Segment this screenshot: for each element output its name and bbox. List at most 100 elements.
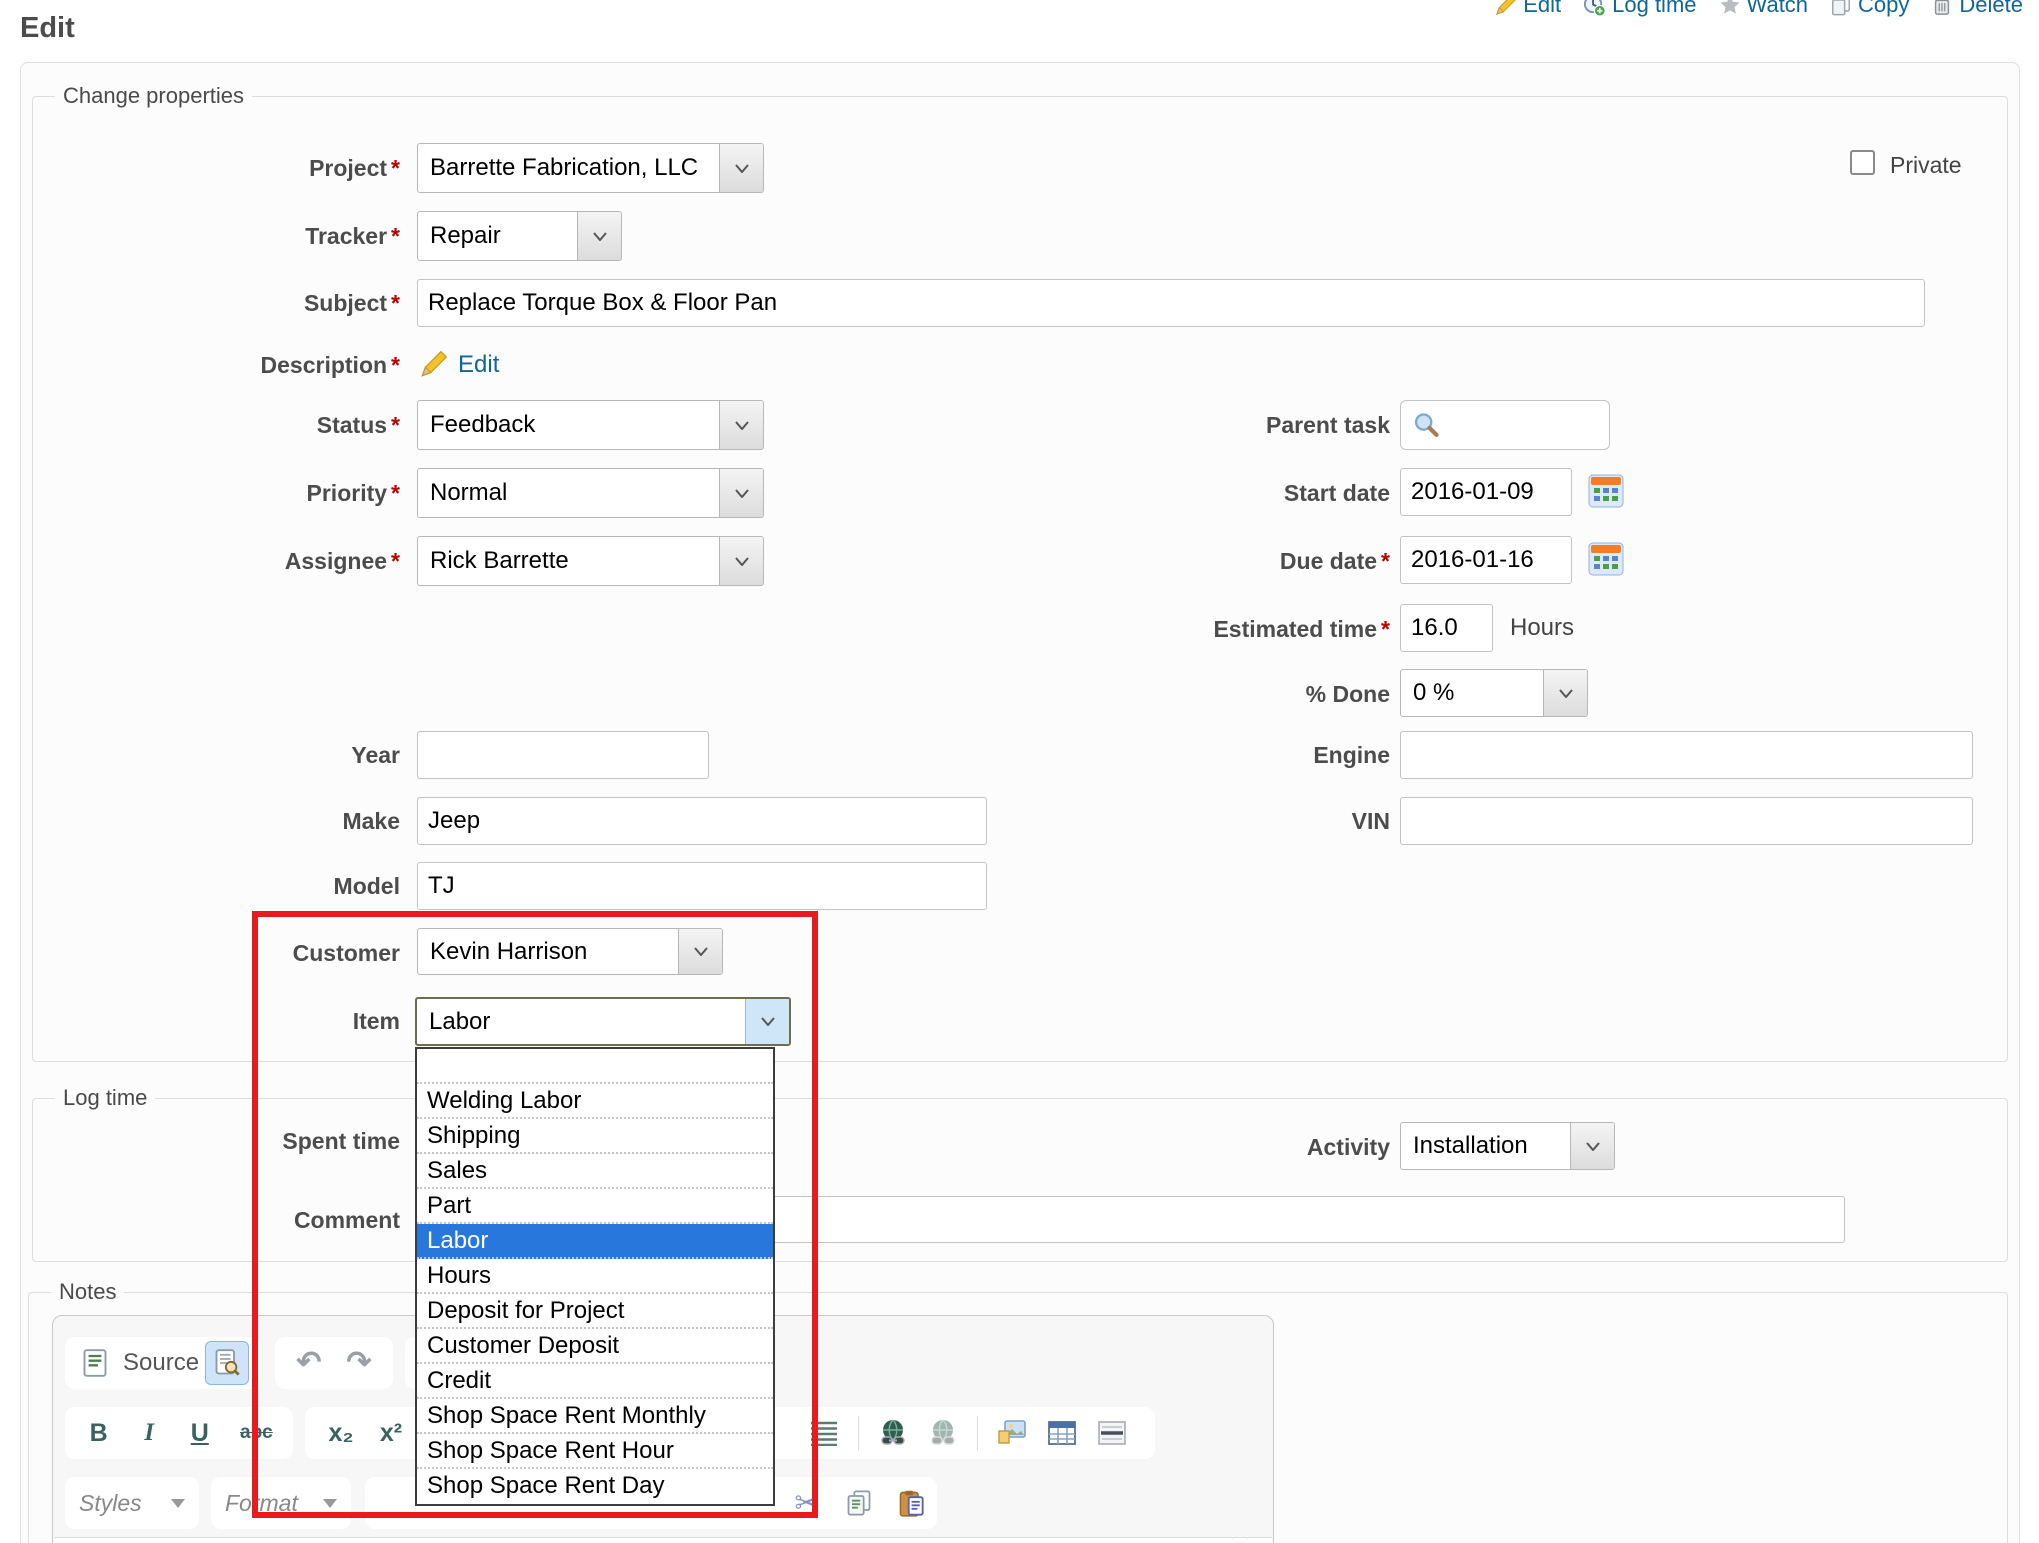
log-time-legend: Log time	[55, 1085, 155, 1111]
paste-icon	[897, 1489, 925, 1517]
copy-doc-icon	[845, 1489, 873, 1517]
due-date-input[interactable]	[1400, 536, 1572, 584]
link-button[interactable]	[871, 1411, 915, 1455]
chevron-down-icon	[1543, 670, 1587, 716]
item-dropdown-option[interactable]: Shipping	[417, 1119, 773, 1154]
unlink-icon	[928, 1419, 958, 1447]
start-date-input[interactable]	[1400, 468, 1572, 516]
edit-link-label: Edit	[1523, 0, 1561, 18]
item-dropdown-option[interactable]: Welding Labor	[417, 1084, 773, 1119]
edit-link[interactable]: Edit	[1495, 0, 1561, 18]
image-button[interactable]	[990, 1411, 1034, 1455]
bold-icon: B	[90, 1419, 108, 1448]
assignee-select[interactable]: Rick Barrette	[417, 536, 764, 586]
activity-select[interactable]: Installation	[1400, 1122, 1615, 1170]
redo-icon: ↷	[346, 1348, 371, 1378]
private-label: Private	[1890, 152, 1962, 179]
chevron-down-icon	[678, 929, 722, 974]
item-dropdown-option[interactable]: Hours	[417, 1259, 773, 1294]
priority-select[interactable]: Normal	[417, 468, 764, 518]
customer-select[interactable]: Kevin Harrison	[417, 928, 723, 975]
watch-link-label: Watch	[1747, 0, 1809, 18]
cut-button[interactable]: ✂	[785, 1481, 829, 1525]
status-select[interactable]: Feedback	[417, 400, 764, 450]
engine-input[interactable]	[1400, 731, 1973, 779]
description-edit-link[interactable]: Edit	[458, 351, 499, 379]
start-date-label: Start date	[1040, 480, 1390, 507]
tracker-label: Tracker*	[60, 223, 400, 250]
superscript-button[interactable]: x²	[369, 1411, 413, 1455]
toolbar-group-undo: ↶ ↷	[275, 1337, 393, 1389]
justify-button[interactable]	[802, 1411, 846, 1455]
project-select[interactable]: Barrette Fabrication, LLC	[417, 143, 764, 193]
estimated-time-unit: Hours	[1510, 614, 1574, 642]
parent-task-label: Parent task	[1040, 412, 1390, 439]
tracker-select[interactable]: Repair	[417, 211, 622, 261]
italic-button[interactable]: I	[132, 1411, 166, 1455]
preview-button[interactable]	[205, 1341, 249, 1385]
calendar-icon[interactable]	[1588, 474, 1624, 508]
log-time-link[interactable]: Log time	[1583, 0, 1696, 18]
percent-done-label: % Done	[1040, 681, 1390, 708]
item-dropdown-option[interactable]: Deposit for Project	[417, 1294, 773, 1329]
subscript-button[interactable]: x₂	[319, 1411, 363, 1455]
chevron-down-icon	[323, 1499, 337, 1508]
format-dropdown[interactable]: Format	[211, 1477, 351, 1529]
item-select[interactable]: Labor	[415, 997, 791, 1046]
copy-link[interactable]: Copy	[1830, 0, 1909, 18]
item-dropdown-option[interactable]: Shop Space Rent Hour	[417, 1434, 773, 1469]
table-button[interactable]	[1040, 1411, 1084, 1455]
item-dropdown-option[interactable]: Credit	[417, 1364, 773, 1399]
year-input[interactable]	[417, 731, 709, 779]
undo-icon: ↶	[296, 1348, 321, 1378]
item-dropdown-option[interactable]	[417, 1049, 773, 1084]
vin-input[interactable]	[1400, 797, 1973, 845]
toolbar-divider	[977, 1416, 978, 1450]
styles-dropdown-label: Styles	[79, 1490, 142, 1517]
private-checkbox[interactable]	[1850, 150, 1875, 175]
model-input[interactable]	[417, 862, 987, 910]
undo-button[interactable]: ↶	[289, 1341, 329, 1385]
delete-link[interactable]: Delete	[1931, 0, 2023, 18]
subject-input[interactable]	[417, 279, 1925, 327]
link-icon	[878, 1419, 908, 1447]
engine-label: Engine	[1040, 742, 1390, 769]
chevron-down-icon	[171, 1499, 185, 1508]
priority-label: Priority*	[60, 480, 400, 507]
source-button[interactable]	[73, 1341, 117, 1385]
bold-button[interactable]: B	[79, 1411, 119, 1455]
unlink-button[interactable]	[921, 1411, 965, 1455]
item-dropdown-option[interactable]: Labor	[417, 1224, 773, 1259]
trash-icon	[1931, 0, 1953, 16]
editor-content-area[interactable]	[54, 1537, 1272, 1543]
vin-label: VIN	[1040, 808, 1390, 835]
superscript-icon: x²	[380, 1419, 402, 1448]
horizontal-rule-button[interactable]	[1090, 1411, 1134, 1455]
italic-icon: I	[144, 1419, 154, 1447]
calendar-icon[interactable]	[1588, 542, 1624, 576]
horizontal-rule-icon	[1097, 1419, 1127, 1447]
redo-button[interactable]: ↷	[339, 1341, 379, 1385]
paste-button[interactable]	[889, 1481, 933, 1525]
source-doc-icon	[82, 1349, 108, 1377]
underline-button[interactable]: U	[180, 1411, 220, 1455]
styles-dropdown[interactable]: Styles	[65, 1477, 199, 1529]
item-dropdown-option[interactable]: Shop Space Rent Day	[417, 1469, 773, 1504]
item-dropdown: Welding LaborShippingSalesPartLaborHours…	[415, 1047, 775, 1506]
toolbar-group-source: Source	[65, 1337, 261, 1389]
item-dropdown-option[interactable]: Shop Space Rent Monthly	[417, 1399, 773, 1434]
strikethrough-button[interactable]: abc	[233, 1411, 279, 1455]
estimated-time-input[interactable]	[1400, 604, 1493, 652]
watch-link[interactable]: Watch	[1719, 0, 1809, 18]
make-input[interactable]	[417, 797, 987, 845]
chevron-down-icon	[719, 469, 763, 517]
item-dropdown-option[interactable]: Customer Deposit	[417, 1329, 773, 1364]
copy-link-label: Copy	[1858, 0, 1909, 18]
activity-label: Activity	[1040, 1134, 1390, 1161]
copy-button[interactable]	[837, 1481, 881, 1525]
percent-done-select[interactable]: 0 %	[1400, 669, 1588, 717]
item-dropdown-option[interactable]: Sales	[417, 1154, 773, 1189]
chevron-down-icon	[719, 144, 763, 192]
pencil-icon	[1495, 0, 1517, 16]
item-dropdown-option[interactable]: Part	[417, 1189, 773, 1224]
